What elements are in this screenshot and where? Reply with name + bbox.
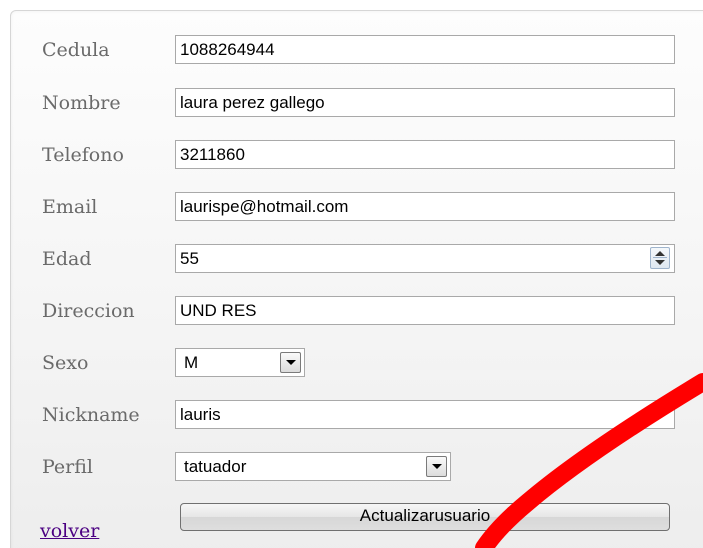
perfil-selected-value: tatuador	[184, 457, 247, 476]
spin-up-icon[interactable]	[655, 251, 665, 256]
nickname-label: Nickname	[42, 404, 140, 426]
telefono-label: Telefono	[42, 144, 124, 166]
volver-link[interactable]: volver	[40, 520, 99, 542]
chevron-down-icon[interactable]	[280, 352, 301, 373]
spin-down-icon[interactable]	[655, 260, 665, 265]
sexo-select[interactable]: M	[175, 348, 305, 377]
perfil-label: Perfil	[42, 456, 94, 478]
email-input[interactable]: laurispe@hotmail.com	[175, 192, 675, 221]
edad-label: Edad	[42, 248, 92, 270]
cedula-label: Cedula	[42, 39, 110, 61]
screenshot-canvas: Cedula 1088264944 Nombre laura perez gal…	[0, 0, 703, 548]
nombre-label: Nombre	[42, 92, 121, 114]
edad-spinner-icon[interactable]	[650, 247, 670, 269]
nombre-input[interactable]: laura perez gallego	[175, 88, 675, 117]
edad-value: 55	[180, 249, 199, 268]
sexo-selected-value: M	[184, 353, 199, 372]
email-label: Email	[42, 196, 98, 218]
nickname-input[interactable]: lauris	[175, 400, 675, 429]
spin-divider	[653, 257, 667, 258]
chevron-down-icon[interactable]	[426, 456, 447, 477]
sexo-label: Sexo	[42, 352, 89, 374]
perfil-select[interactable]: tatuador	[175, 452, 451, 481]
telefono-input[interactable]: 3211860	[175, 140, 675, 169]
actualizar-usuario-button[interactable]: Actualizarusuario	[180, 503, 670, 531]
cedula-input[interactable]: 1088264944	[175, 35, 675, 64]
direccion-label: Direccion	[42, 300, 135, 322]
edad-number-input[interactable]: 55	[175, 244, 675, 273]
direccion-input[interactable]: UND RES	[175, 296, 675, 325]
